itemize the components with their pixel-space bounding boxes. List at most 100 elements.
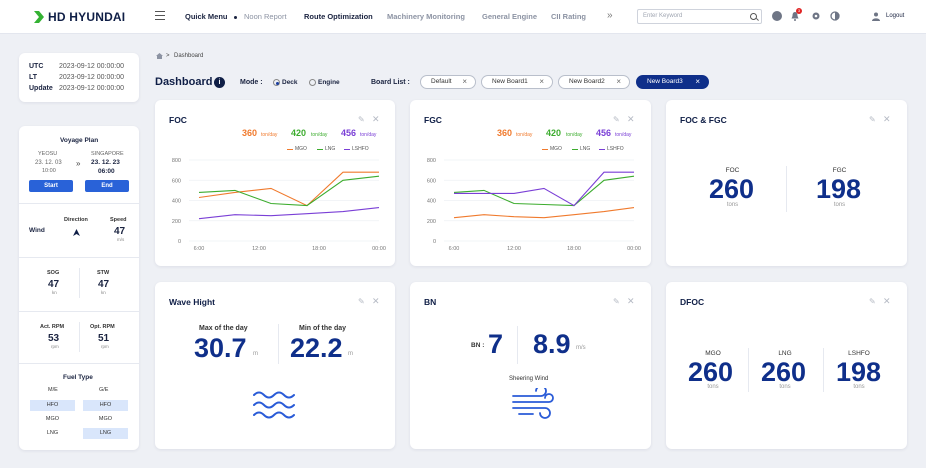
edit-icon[interactable]: ✎ xyxy=(613,297,620,306)
dfoc-lshfo-label: LSHFO xyxy=(848,350,870,357)
y-tick-label: 800 xyxy=(427,158,436,164)
nav-quick-menu[interactable]: Quick Menu xyxy=(185,12,228,21)
fuel-ge-hfo[interactable]: HFO xyxy=(83,400,128,411)
from-time: 10:00 xyxy=(42,168,56,174)
sog-value: 47 xyxy=(48,279,60,290)
legend-lshfo: LSHFO xyxy=(607,146,624,152)
fgc-unit: tons xyxy=(833,202,846,208)
wind-direction-icon xyxy=(73,229,80,236)
edit-icon[interactable]: ✎ xyxy=(869,297,876,306)
y-tick-label: 0 xyxy=(433,239,436,245)
theme-icon[interactable] xyxy=(830,11,840,21)
close-icon[interactable]: ✕ xyxy=(883,296,891,307)
divider xyxy=(278,324,279,364)
mode-label: Mode : xyxy=(240,79,263,86)
nav-more-icon[interactable]: » xyxy=(607,10,613,21)
nav-machinery-monitoring[interactable]: Machinery Monitoring xyxy=(387,12,465,21)
foc-mgo-value: 360 xyxy=(242,128,258,138)
fgc-lshfo-value: 456 xyxy=(596,128,612,138)
divider xyxy=(79,322,80,352)
fuel-me-hfo[interactable]: HFO xyxy=(30,400,75,411)
edit-icon[interactable]: ✎ xyxy=(613,115,620,124)
to-time: 06:00 xyxy=(98,168,115,175)
close-icon[interactable]: × xyxy=(462,76,467,88)
utc-label: UTC xyxy=(29,63,44,70)
x-tick-label: 18:00 xyxy=(312,246,326,252)
foc-fgc-card: FOC & FGC ✎ ✕ FOC 260 tons FGC 198 tons xyxy=(666,100,907,266)
fuel-me-lng[interactable]: LNG xyxy=(30,428,75,439)
board-chip-new-board3[interactable]: New Board3 × xyxy=(636,75,709,89)
sog-unit: kn xyxy=(52,290,57,295)
edit-icon[interactable]: ✎ xyxy=(358,115,365,124)
start-button[interactable]: Start xyxy=(29,180,73,192)
close-icon[interactable]: × xyxy=(539,76,544,88)
opt-rpm-value: 51 xyxy=(98,333,110,344)
board-chip-default[interactable]: Default × xyxy=(420,75,476,89)
nav-noon-report[interactable]: Noon Report xyxy=(244,12,287,21)
fuel-ge-lng[interactable]: LNG xyxy=(83,428,128,439)
close-icon[interactable]: ✕ xyxy=(372,296,380,307)
legend-lng: LNG xyxy=(325,146,336,152)
fgc-unit: ton/day xyxy=(516,132,533,138)
help-icon[interactable] xyxy=(772,11,782,21)
gear-icon[interactable] xyxy=(811,11,821,21)
hamburger-menu-icon[interactable] xyxy=(155,11,165,20)
wave-max-unit: m xyxy=(253,351,258,357)
mode-deck-label[interactable]: Deck xyxy=(282,79,298,86)
foc-unit: tons xyxy=(726,202,739,208)
close-icon[interactable]: × xyxy=(616,76,621,88)
notification-badge: 3 xyxy=(796,8,802,14)
wave-min-unit: m xyxy=(348,351,353,357)
fuel-col-ge: G/E xyxy=(99,387,109,393)
edit-icon[interactable]: ✎ xyxy=(869,115,876,124)
close-icon[interactable]: ✕ xyxy=(627,296,635,307)
series-line-mgo xyxy=(453,207,635,219)
fuel-ge-mgo[interactable]: MGO xyxy=(83,414,128,425)
nav-route-optimization[interactable]: Route Optimization xyxy=(304,12,373,21)
voyage-plan-title: Voyage Plan xyxy=(60,137,99,144)
edit-icon[interactable]: ✎ xyxy=(358,297,365,306)
act-rpm-value: 53 xyxy=(48,333,60,344)
legend-line xyxy=(542,149,548,150)
home-icon[interactable] xyxy=(156,53,163,59)
legend-mgo: MGO xyxy=(295,146,307,152)
close-icon[interactable]: × xyxy=(695,76,700,88)
breadcrumb[interactable]: Dashboard xyxy=(174,53,203,59)
dfoc-lshfo-unit: tons xyxy=(853,384,865,390)
act-rpm-label: Act. RPM xyxy=(40,324,65,330)
close-icon[interactable]: ✕ xyxy=(372,114,380,125)
logout-link[interactable]: Logout xyxy=(886,13,904,19)
fgc-unit: ton/day xyxy=(566,132,583,138)
board-chip-new-board2[interactable]: New Board2 × xyxy=(558,75,630,89)
nav-cii-rating[interactable]: CII Rating xyxy=(551,12,586,21)
info-icon[interactable]: i xyxy=(214,77,225,88)
board-chip-label: New Board1 xyxy=(492,78,528,85)
fgc-unit: ton/day xyxy=(615,132,632,138)
x-tick-label: 18:00 xyxy=(567,246,581,252)
logo[interactable]: HD HYUNDAI xyxy=(34,10,125,24)
fgc-total-value: 198 xyxy=(816,174,862,204)
board-chip-new-board1[interactable]: New Board1 × xyxy=(481,75,553,89)
nav-separator-dot xyxy=(234,16,237,19)
search-icon[interactable] xyxy=(750,13,757,20)
nav-general-engine[interactable]: General Engine xyxy=(482,12,537,21)
y-tick-label: 0 xyxy=(178,239,181,245)
direction-label: Direction xyxy=(64,217,88,223)
x-tick-label: 12:00 xyxy=(507,246,521,252)
logo-mark-icon xyxy=(34,11,44,23)
mode-deck-radio[interactable] xyxy=(273,79,280,86)
to-date: 23. 12. 23 xyxy=(91,159,120,166)
foc-unit: ton/day xyxy=(261,132,278,138)
fgc-mgo-value: 360 xyxy=(497,128,513,138)
y-tick-label: 200 xyxy=(172,219,181,225)
fuel-me-mgo[interactable]: MGO xyxy=(30,414,75,425)
close-icon[interactable]: ✕ xyxy=(627,114,635,125)
mode-engine-radio[interactable] xyxy=(309,79,316,86)
wind-speed-value: 47 xyxy=(114,226,126,237)
divider xyxy=(748,348,749,392)
mode-engine-label[interactable]: Engine xyxy=(318,79,340,86)
search-input[interactable]: Enter Keyword xyxy=(637,9,762,24)
fgc-lng-value: 420 xyxy=(546,128,562,138)
close-icon[interactable]: ✕ xyxy=(883,114,891,125)
end-button[interactable]: End xyxy=(85,180,129,192)
